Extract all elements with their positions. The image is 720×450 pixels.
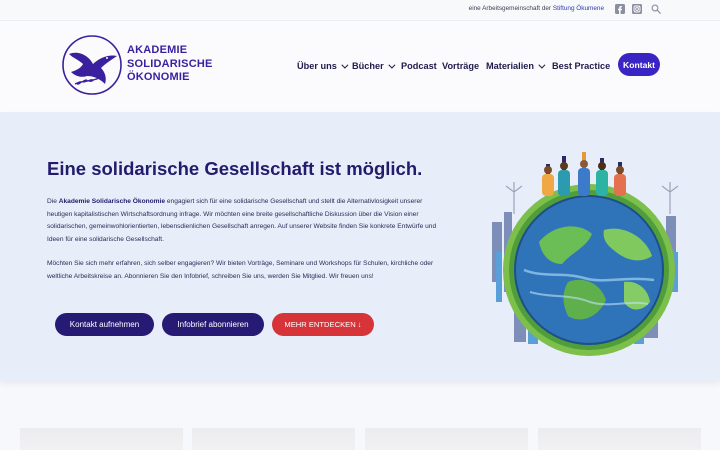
nav-label: Über uns: [297, 61, 337, 71]
nav-item-vortraege[interactable]: Vorträge: [442, 58, 479, 74]
nav-item-ueber-uns[interactable]: Über uns: [297, 58, 349, 74]
para1-pre: Die: [47, 198, 57, 205]
nav-item-best-practice[interactable]: Best Practice: [552, 58, 610, 74]
newsletter-button[interactable]: Infobrief abonnieren: [162, 313, 264, 336]
site-header: AKADEMIE SOLIDARISCHE ÖKONOMIE Über uns …: [0, 21, 720, 112]
contact-cta-button[interactable]: Kontakt aufnehmen: [55, 313, 154, 336]
search-icon[interactable]: [651, 4, 661, 14]
hero-title: Eine solidarische Gesellschaft ist mögli…: [47, 158, 423, 179]
nav-label: Bücher: [352, 61, 384, 71]
logo-line-3: ÖKONOMIE: [127, 71, 190, 83]
logo-line-2: SOLIDARISCHE: [127, 57, 213, 70]
topbar-prefix: eine Arbeitsgemeinschaft der: [468, 5, 552, 12]
hero-section: Eine solidarische Gesellschaft ist mögli…: [0, 112, 720, 381]
chevron-down-icon: [388, 61, 396, 69]
discover-more-button[interactable]: MEHR ENTDECKEN ↓: [272, 313, 374, 336]
dove-logo-icon[interactable]: [61, 34, 123, 96]
contact-button[interactable]: Kontakt: [618, 53, 660, 76]
para1-bold: Akademie Solidarische Ökonomie: [58, 198, 166, 205]
nav-label: Vorträge: [442, 61, 480, 71]
top-bar: eine Arbeitsgemeinschaft der Stiftung Ök…: [0, 0, 720, 21]
logo-wordmark[interactable]: AKADEMIE SOLIDARISCHE ÖKONOMIE: [127, 44, 213, 85]
globe-illustration: [492, 152, 679, 356]
card-3[interactable]: [365, 428, 528, 450]
card-2[interactable]: [192, 428, 355, 450]
card-4[interactable]: [538, 428, 701, 450]
nav-item-podcast[interactable]: Podcast: [401, 58, 437, 74]
nav-item-buecher[interactable]: Bücher: [352, 58, 396, 74]
chevron-down-icon: [341, 61, 349, 69]
stiftung-link[interactable]: Stiftung Ökumene: [553, 5, 604, 12]
hero-paragraph-2: Möchten Sie sich mehr erfahren, sich sel…: [47, 260, 434, 280]
nav-label: Podcast: [401, 61, 437, 71]
chevron-down-icon: [538, 61, 546, 69]
nav-label: Materialien: [486, 61, 534, 71]
card-1[interactable]: [20, 428, 183, 450]
hero-paragraph-1: Die Akademie Solidarische Ökonomie engag…: [47, 196, 442, 246]
instagram-icon[interactable]: [632, 4, 642, 14]
nav-item-materialien[interactable]: Materialien: [486, 58, 546, 74]
facebook-icon[interactable]: [615, 4, 625, 14]
logo-line-1: AKADEMIE: [127, 44, 188, 56]
nav-label: Best Practice: [552, 61, 611, 71]
topbar-text: eine Arbeitsgemeinschaft der Stiftung Ök…: [469, 5, 604, 12]
